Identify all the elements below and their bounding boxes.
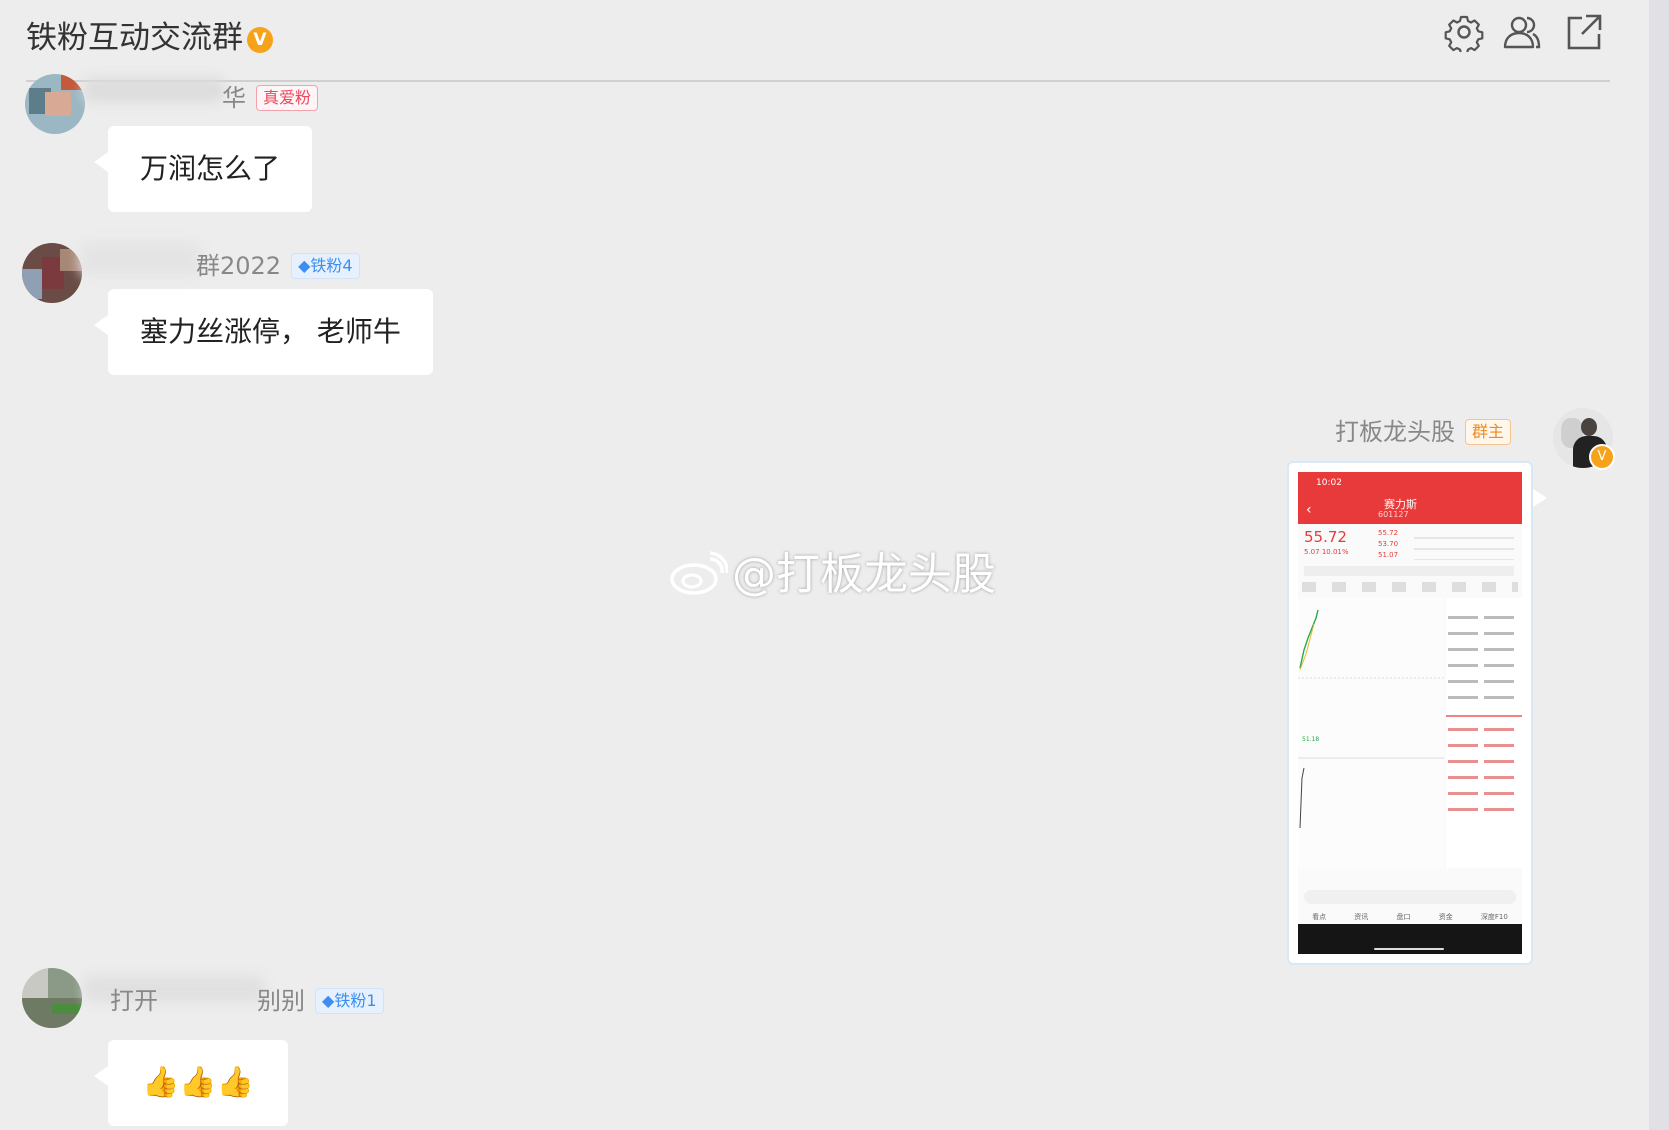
group-owner-tag: 群主 (1464, 419, 1511, 445)
avatar[interactable]: V (1553, 408, 1615, 470)
fan-level-tag: ◆铁粉1 (315, 988, 384, 1014)
redacted-name (80, 242, 200, 276)
stock-price: 55.72 (1304, 528, 1347, 546)
sender-name: 别别 ◆铁粉1 (257, 981, 384, 1016)
chat-header: 铁粉互动交流群 V (0, 0, 1620, 80)
watermark: @打板龙头股 (670, 538, 996, 602)
verified-badge: V (247, 27, 273, 53)
image-message[interactable]: 10:02 赛力斯 601127 ‹ 55.72 5.07 10.01% 55.… (1287, 461, 1547, 965)
avatar[interactable] (22, 968, 82, 1028)
chart-low-price: 51.18 (1302, 736, 1320, 743)
sender-name-left: 打开 (110, 987, 158, 1015)
avatar[interactable] (22, 243, 82, 303)
stock-stats: 55.72 53.70 51.07 (1378, 529, 1399, 559)
phone-time: 10:02 (1316, 478, 1342, 488)
stock-change: 5.07 10.01% (1304, 548, 1349, 556)
back-icon: ‹ (1306, 502, 1312, 518)
stock-code: 601127 (1378, 510, 1409, 519)
avatar[interactable] (25, 74, 85, 134)
verified-badge: V (1589, 444, 1615, 470)
group-members-icon[interactable] (1502, 12, 1542, 52)
sender-name: 打板龙头股 群主 (1335, 412, 1511, 447)
diamond-icon: ◆ (322, 991, 335, 1010)
fan-level-tag: 真爱粉 (256, 85, 319, 111)
page-title: 铁粉互动交流群 V (26, 12, 273, 57)
message-bubble[interactable]: 万润怎么了 (93, 126, 313, 212)
message-bubble[interactable]: 塞力丝涨停， 老师牛 (94, 289, 433, 375)
screenshot-tab-bar: 看点 资讯 盘口 资金 深度F10 (1312, 913, 1508, 921)
gear-icon[interactable] (1444, 12, 1484, 52)
fan-level-tag: ◆铁粉4 (291, 253, 360, 279)
price-chart (1298, 598, 1522, 868)
external-link-icon[interactable] (1564, 12, 1604, 52)
diamond-icon: ◆ (298, 256, 311, 275)
sender-name: 华真爱粉 (222, 78, 319, 113)
scrollbar[interactable] (1649, 0, 1669, 1130)
stock-screenshot-image[interactable]: 10:02 赛力斯 601127 ‹ 55.72 5.07 10.01% 55.… (1298, 472, 1522, 954)
redacted-name (84, 78, 224, 102)
weibo-logo-icon (670, 551, 728, 595)
message-bubble[interactable]: 👍👍👍 (93, 1040, 289, 1126)
sender-name: 群2022 ◆铁粉4 (196, 246, 360, 281)
